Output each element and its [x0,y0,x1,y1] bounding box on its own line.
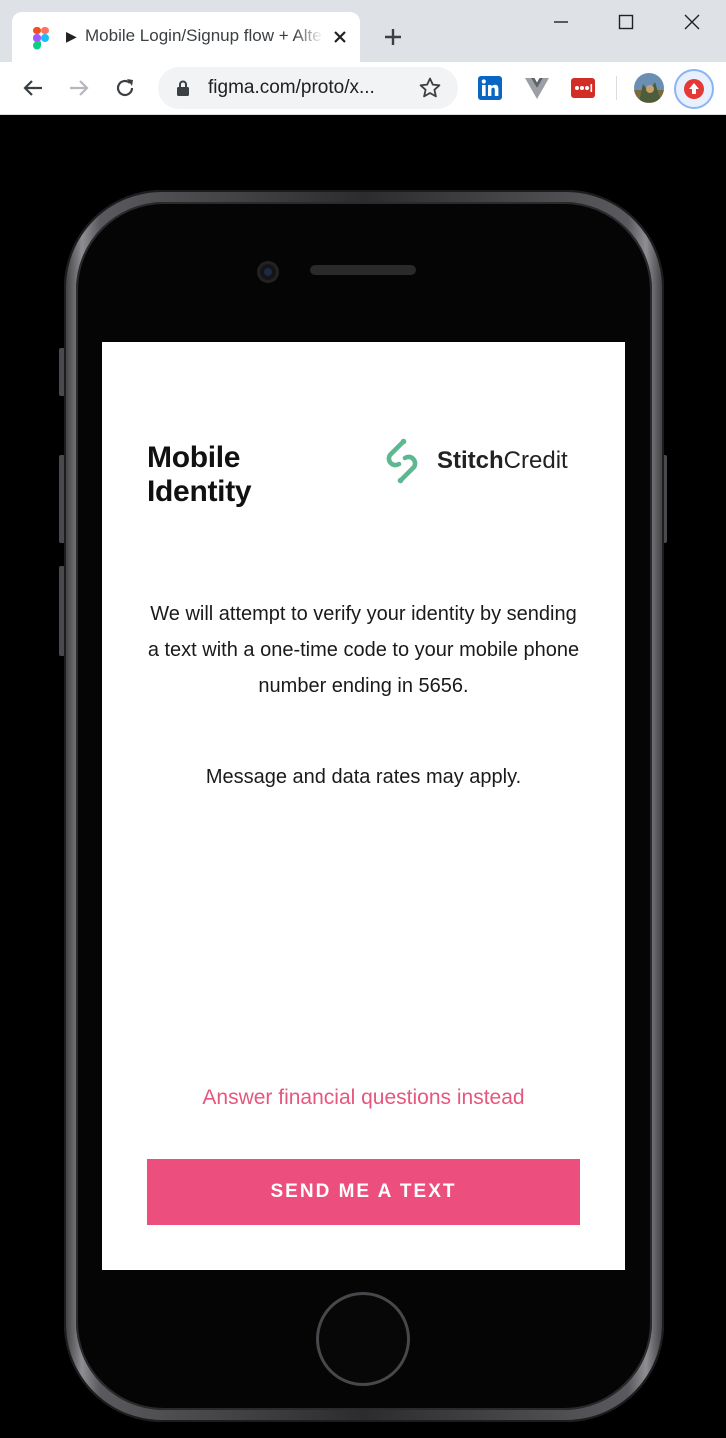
front-camera [257,261,279,283]
tab-title: Mobile Login/Signup flow + Alternate [85,26,323,45]
page-title: Mobile Identity [147,441,317,509]
earpiece-speaker [310,265,416,275]
page-title-line-2: Identity [147,475,252,508]
figma-icon [33,27,49,50]
chain-link-icon [386,438,418,484]
brand-name: StitchCredit [437,447,568,475]
send-text-button[interactable]: SEND ME A TEXT [147,1159,580,1225]
browser-tab[interactable]: ▶ Mobile Login/Signup flow + Alternate [12,12,360,62]
reload-icon[interactable] [109,72,141,104]
verification-info-text: We will attempt to verify your identity … [147,603,580,697]
profile-avatar[interactable] [633,72,665,104]
playing-indicator: ▶ [66,28,77,44]
upload-extension-button[interactable] [674,69,714,109]
home-button[interactable] [316,1292,410,1386]
back-arrow-icon[interactable] [17,72,49,104]
minimize-icon[interactable] [541,4,581,40]
rates-disclaimer: Message and data rates may apply. [205,766,522,788]
url-text: figma.com/proto/x... [208,77,375,98]
linkedin-icon[interactable] [477,75,503,101]
stitchcredit-logo: StitchCredit [380,438,590,484]
new-tab-icon[interactable] [378,22,408,52]
tab-strip: ▶ Mobile Login/Signup flow + Alternate [0,0,726,62]
maximize-icon[interactable] [606,4,646,40]
lock-icon [177,80,189,96]
browser-toolbar: figma.com/proto/x... [0,62,726,115]
page-title-line-1: Mobile [147,441,241,474]
lastpass-icon[interactable] [570,75,596,101]
brand-name-regular: Credit [503,447,568,474]
phone-screen: Mobile Identity StitchCredit We will att… [102,342,625,1270]
upload-extension-icon [684,79,704,99]
close-window-icon[interactable] [672,4,712,40]
forward-arrow-icon[interactable] [63,72,95,104]
vue-devtools-icon[interactable] [524,75,550,101]
toolbar-divider [616,76,617,100]
address-bar[interactable]: figma.com/proto/x... [158,67,458,109]
bookmark-star-icon[interactable] [418,76,442,100]
close-tab-icon[interactable] [328,25,352,49]
financial-questions-link[interactable]: Answer financial questions instead [142,1086,585,1110]
brand-name-bold: Stitch [437,447,504,474]
